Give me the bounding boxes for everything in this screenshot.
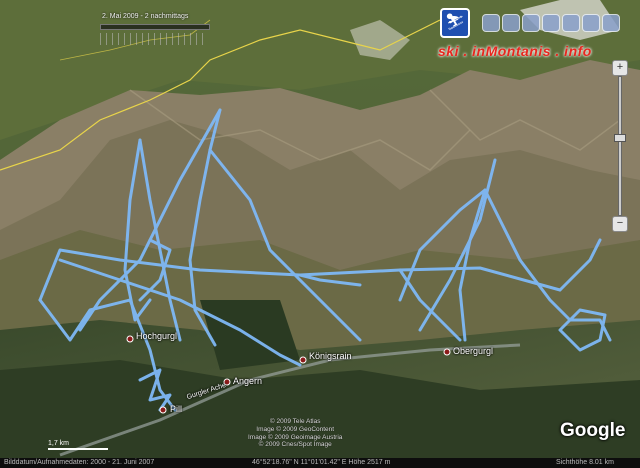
copyright-notice: © 2009 Tele Atlas Image © 2009 GeoConten…	[248, 418, 342, 449]
zoom-track[interactable]	[618, 76, 622, 216]
scale-label: 1,7 km	[48, 440, 70, 447]
timeline-slider[interactable]: 2. Mai 2009 - 2 nachmittags	[100, 13, 210, 47]
status-bar: Bilddatum/Aufnahmedaten: 2000 - 21. Juni…	[0, 458, 640, 468]
navigation-icon[interactable]	[522, 14, 540, 32]
place-label-pill[interactable]: Pill	[170, 404, 182, 414]
place-dot-obergurgl	[443, 348, 451, 356]
copyright-line: © 2009 Tele Atlas	[269, 418, 321, 425]
place-label-hochgurgl[interactable]: Hochgurgl	[136, 331, 177, 341]
eye-altitude: Sichthöhe 8.01 km	[556, 459, 614, 466]
timeline-track[interactable]	[100, 24, 210, 30]
imagery-date: Bilddatum/Aufnahmedaten: 2000 - 21. Juni…	[4, 459, 155, 466]
timeline-ticks	[100, 33, 208, 45]
place-label-koenigsrain[interactable]: Königsrain	[309, 351, 352, 361]
google-logo: Google	[560, 420, 626, 441]
zoom-thumb[interactable]	[614, 134, 626, 142]
scale-bar	[48, 448, 108, 450]
navigation-icon[interactable]	[602, 14, 620, 32]
copyright-line: © 2009 Cnes/Spot Image	[258, 441, 332, 449]
place-dot-koenigsrain	[299, 356, 307, 364]
zoom-control[interactable]: + −	[612, 60, 628, 232]
navigation-icon[interactable]	[582, 14, 600, 32]
place-label-angern[interactable]: Angern	[233, 376, 262, 386]
navigation-icon[interactable]	[502, 14, 520, 32]
navigation-icon[interactable]	[562, 14, 580, 32]
zoom-out-icon[interactable]: −	[612, 216, 628, 232]
place-label-obergurgl[interactable]: Obergurgl	[453, 346, 493, 356]
place-dot-pill	[159, 406, 167, 414]
place-dot-hochgurgl	[126, 335, 134, 343]
timeline-label: 2. Mai 2009 - 2 nachmittags	[102, 13, 189, 20]
ski-logo-icon[interactable]: ⛷	[440, 8, 470, 38]
navigation-icon[interactable]	[542, 14, 560, 32]
map-view[interactable]: 2. Mai 2009 - 2 nachmittags ⛷ ski . inMo…	[0, 0, 640, 468]
navigation-icon[interactable]	[482, 14, 500, 32]
zoom-in-icon[interactable]: +	[612, 60, 628, 76]
coordinates-readout: 46°52'18.76" N 11°01'01.42" E Höhe 2517 …	[252, 459, 391, 466]
site-label[interactable]: ski . inMontanis . info	[438, 43, 592, 59]
copyright-line: Image © 2009 GeoContent	[256, 425, 335, 433]
terrain-layer	[0, 0, 640, 468]
